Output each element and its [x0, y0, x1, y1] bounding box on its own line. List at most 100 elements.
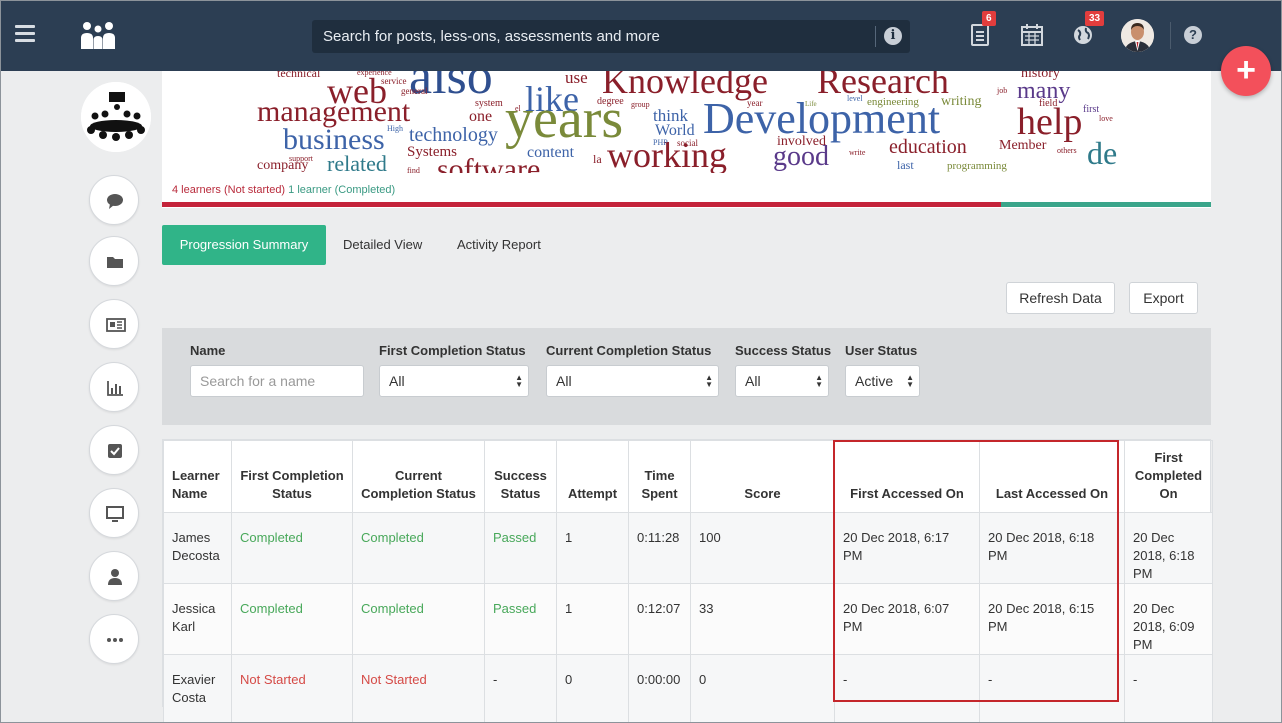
user-status-select[interactable]: Active ▲ ▼ [845, 365, 920, 397]
notes-icon[interactable] [970, 23, 992, 47]
search-divider [875, 26, 876, 47]
cloud-word: year [747, 98, 763, 108]
learner-name[interactable]: Exavier Costa [163, 654, 232, 723]
cloud-word: related [327, 151, 387, 174]
cloud-word: la [593, 152, 602, 166]
notes-badge: 6 [982, 11, 996, 26]
rail-members-button[interactable] [89, 551, 139, 601]
col-last-accessed-on[interactable]: Last Accessed On [979, 440, 1125, 513]
first-completion-value: All [389, 373, 405, 389]
select-arrows-icon: ▲ ▼ [815, 373, 823, 389]
score: 100 [690, 512, 835, 584]
table-row: Exavier Costa Not Started Not Started - … [163, 654, 1213, 723]
cloud-word: involved [777, 134, 826, 149]
progression-table: Learner Name First Completion Status Cur… [162, 439, 1213, 723]
cloud-word: last [897, 158, 914, 172]
last-accessed-on: 20 Dec 2018, 6:18 PM [979, 512, 1125, 584]
export-button[interactable]: Export [1129, 282, 1198, 314]
first-completion-select[interactable]: All ▲ ▼ [379, 365, 529, 397]
col-current-completion-status[interactable]: Current Completion Status [352, 440, 485, 513]
col-learner-name[interactable]: Learner Name [163, 440, 232, 513]
chat-bubble-icon [107, 194, 123, 209]
col-success-status[interactable]: Success Status [484, 440, 557, 513]
select-arrows-icon: ▲ ▼ [705, 373, 713, 389]
first-completion-label: First Completion Status [379, 343, 526, 358]
globe-icon[interactable] [1072, 23, 1094, 47]
rail-more-button[interactable] [89, 614, 139, 664]
checkbox-icon [108, 444, 122, 458]
tab-detailed-view[interactable]: Detailed View [343, 225, 422, 265]
top-nav-bar: Search for posts, less-ons, assessments … [0, 0, 1282, 71]
cloud-word: writing [941, 94, 982, 109]
global-search-input[interactable]: Search for posts, less-ons, assessments … [312, 20, 910, 53]
calendar-icon[interactable] [1021, 23, 1043, 47]
help-icon[interactable]: ? [1184, 26, 1202, 44]
search-placeholder: Search for posts, less-ons, assessments … [323, 28, 660, 45]
first-accessed-on: 20 Dec 2018, 6:07 PM [834, 583, 980, 655]
create-plus-button[interactable]: + [1221, 46, 1271, 96]
col-first-completion-status[interactable]: First Completion Status [231, 440, 353, 513]
progress-not-started-bar [162, 202, 1001, 207]
newspaper-icon [106, 318, 126, 332]
cloud-word: el [515, 104, 521, 113]
name-filter-label: Name [190, 343, 226, 358]
rail-discussion-button[interactable] [89, 175, 139, 225]
info-icon[interactable]: i [884, 27, 902, 45]
col-attempt[interactable]: Attempt [556, 440, 629, 513]
more-dots-icon [107, 638, 123, 642]
tab-activity-report[interactable]: Activity Report [457, 225, 541, 265]
first-completion-status: Not Started [231, 654, 353, 723]
first-completion-status: Completed [231, 583, 353, 655]
score: 0 [690, 654, 835, 723]
current-completion-value: All [556, 373, 572, 389]
nav-separator [1170, 22, 1171, 49]
name-search-input[interactable]: Search for a name [190, 365, 364, 397]
first-completion-status: Completed [231, 512, 353, 584]
refresh-data-button[interactable]: Refresh Data [1006, 282, 1115, 314]
first-completed-on: 20 Dec 2018, 6:18 PM [1124, 512, 1213, 584]
select-arrows-icon: ▲ ▼ [515, 373, 523, 389]
col-first-completed-on[interactable]: First Completed On [1124, 440, 1213, 513]
menu-icon[interactable] [15, 25, 35, 43]
col-time-spent[interactable]: Time Spent [628, 440, 691, 513]
attempt: 0 [556, 654, 629, 723]
group-avatar[interactable] [81, 82, 151, 152]
cloud-word: education [889, 136, 967, 158]
col-score[interactable]: Score [690, 440, 835, 513]
cloud-word: others [1057, 146, 1077, 155]
learner-name[interactable]: James Decosta [163, 512, 232, 584]
user-avatar[interactable] [1121, 19, 1154, 52]
time-spent: 0:12:07 [628, 583, 691, 655]
rail-tasks-button[interactable] [89, 425, 139, 475]
cloud-word: engineering [867, 96, 919, 108]
cloud-word: software [437, 153, 541, 174]
col-first-accessed-on[interactable]: First Accessed On [834, 440, 980, 513]
app-logo-icon[interactable] [80, 20, 116, 50]
success-status: Passed [484, 512, 557, 584]
first-completed-on: 20 Dec 2018, 6:09 PM [1124, 583, 1213, 655]
success-status-select[interactable]: All ▲ ▼ [735, 365, 829, 397]
last-accessed-on: 20 Dec 2018, 6:15 PM [979, 583, 1125, 655]
success-status-value: All [745, 373, 761, 389]
tab-progression-summary[interactable]: Progression Summary [162, 225, 326, 265]
score: 33 [690, 583, 835, 655]
progress-completed-bar [1001, 202, 1211, 207]
rail-files-button[interactable] [89, 236, 139, 286]
rail-elearning-button[interactable] [89, 488, 139, 538]
not-started-count[interactable]: 4 learners (Not started) [172, 184, 285, 196]
first-accessed-on: 20 Dec 2018, 6:17 PM [834, 512, 980, 584]
learner-name[interactable]: Jessica Karl [163, 583, 232, 655]
monitor-icon [106, 506, 124, 522]
rail-reports-button[interactable] [89, 362, 139, 412]
success-status-label: Success Status [735, 343, 832, 358]
attempt: 1 [556, 512, 629, 584]
current-completion-status: Completed [352, 583, 485, 655]
completed-count[interactable]: 1 learner (Completed) [288, 184, 395, 196]
cloud-word: technical [277, 71, 321, 80]
cloud-word: service [381, 76, 407, 86]
cloud-word: one [469, 108, 493, 125]
user-icon [108, 569, 122, 585]
current-completion-select[interactable]: All ▲ ▼ [546, 365, 719, 397]
table-row: Jessica Karl Completed Completed Passed … [163, 583, 1213, 655]
rail-news-button[interactable] [89, 299, 139, 349]
